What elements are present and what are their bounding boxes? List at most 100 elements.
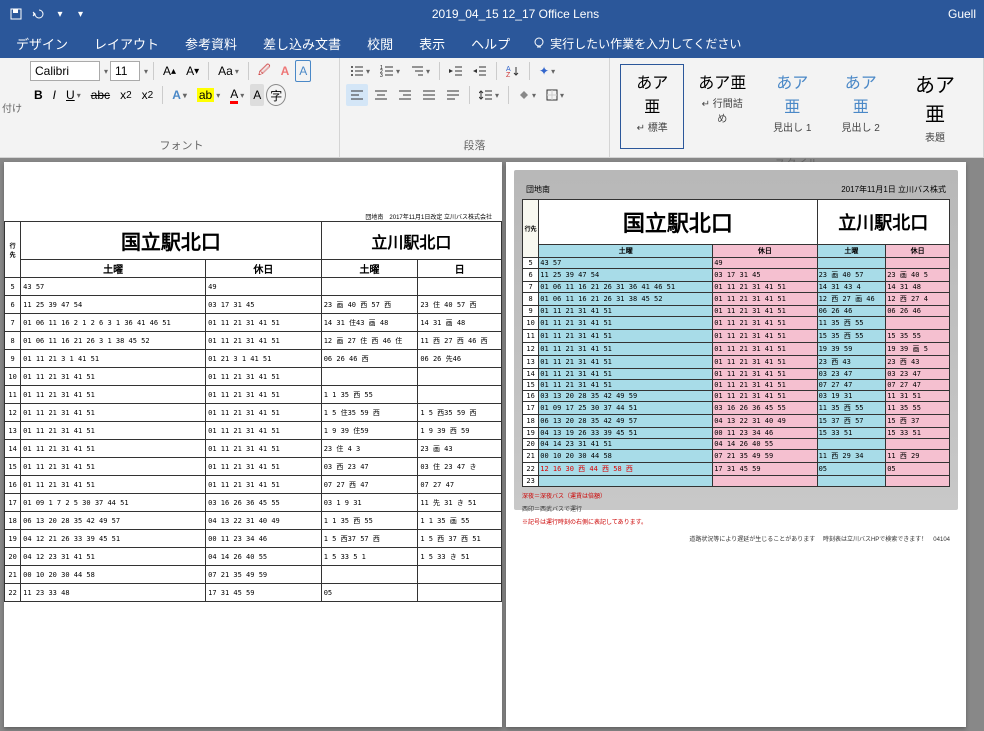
enclose-characters-button[interactable]: A bbox=[295, 60, 311, 82]
timetable-row: 1501 11 21 31 41 5101 11 21 31 41 5103 西… bbox=[5, 458, 502, 476]
borders-button[interactable]: ▾ bbox=[542, 84, 568, 106]
photo-row: 1301 11 21 31 41 5101 11 21 31 41 5123 西… bbox=[523, 356, 950, 369]
tab-help[interactable]: ヘルプ bbox=[459, 28, 522, 59]
photo-row: 543 5749 bbox=[523, 258, 950, 269]
character-shading-button[interactable]: A bbox=[250, 84, 264, 106]
photo-row: 1401 11 21 31 41 5101 11 21 31 41 5103 2… bbox=[523, 369, 950, 380]
photo-row: 1501 11 21 31 41 5101 11 21 31 41 5107 2… bbox=[523, 380, 950, 391]
font-color-button[interactable]: A▾ bbox=[226, 84, 248, 106]
photo-bottom-note: 道路状況等により遅延が生じることがあります 時刻表は立川バスHPで検索できます！… bbox=[522, 534, 950, 543]
titlebar: ▾ ▾ 2019_04_15 12_17 Office Lens Guell bbox=[0, 0, 984, 28]
photo-row: 1201 11 21 31 41 5101 11 21 31 41 5119 3… bbox=[523, 343, 950, 356]
clear-formatting-button[interactable]: A bbox=[277, 60, 294, 82]
svg-text:3: 3 bbox=[380, 73, 383, 77]
photo-dest1: 国立駅北口 bbox=[539, 200, 817, 245]
bold-button[interactable]: B bbox=[30, 84, 47, 106]
style-item-2[interactable]: あア亜見出し 1 bbox=[760, 64, 824, 149]
timetable-row: 543 5749 bbox=[5, 278, 502, 296]
tell-me-search[interactable]: 実行したい作業を入力してください bbox=[524, 35, 749, 52]
strikethrough-button[interactable]: abc bbox=[87, 84, 114, 106]
font-group-label: フォント bbox=[30, 135, 333, 155]
grow-font-button[interactable]: A▴ bbox=[159, 60, 180, 82]
photo-row: 1101 11 21 31 41 5101 11 21 31 41 5115 3… bbox=[523, 330, 950, 343]
timetable-left: 行先 国立駅北口 立川駅北口 土曜 休日 土曜 日 543 5749611 25… bbox=[4, 221, 502, 602]
timetable-row: 701 06 11 16 2 1 2 6 3 1 36 41 46 5101 1… bbox=[5, 314, 502, 332]
photo-row: 2100 10 20 30 44 5807 21 35 49 5911 西 29… bbox=[523, 450, 950, 463]
text-effects-button[interactable]: A▾ bbox=[168, 84, 191, 106]
underline-button[interactable]: U▾ bbox=[62, 84, 85, 106]
timetable-row: 1904 12 21 26 33 39 45 5100 11 23 34 461… bbox=[5, 530, 502, 548]
photo-row: 2004 14 23 31 41 5104 14 26 40 55 bbox=[523, 439, 950, 450]
distribute-button[interactable] bbox=[442, 84, 464, 106]
photo-row: 1603 13 20 28 35 42 49 5901 11 21 31 41 … bbox=[523, 391, 950, 402]
superscript-button[interactable]: x2 bbox=[138, 84, 158, 106]
quick-access-customize[interactable]: ▾ bbox=[74, 9, 83, 20]
timetable-row: 1301 11 21 31 41 5101 11 21 31 41 511 9 … bbox=[5, 422, 502, 440]
paragraph-group-label: 段落 bbox=[346, 135, 603, 155]
tab-review[interactable]: 校閲 bbox=[355, 28, 405, 59]
photo-row: 801 06 11 16 21 26 31 38 45 5201 11 21 3… bbox=[523, 293, 950, 306]
photo-header-right: 2017年11月1日 立川バス株式 bbox=[841, 184, 946, 195]
tab-layout[interactable]: レイアウト bbox=[82, 28, 171, 59]
hol-header: 休日 bbox=[206, 260, 322, 278]
timetable-row: 2100 10 20 30 44 5807 21 35 49 59 bbox=[5, 566, 502, 584]
bullets-button[interactable]: ▾ bbox=[346, 60, 374, 82]
decrease-indent-button[interactable] bbox=[445, 60, 467, 82]
style-item-0[interactable]: あア亜↵ 標準 bbox=[620, 64, 684, 149]
increase-indent-button[interactable] bbox=[469, 60, 491, 82]
document-area: 団地南 2017年11月1日改定 立川バス株式会社 行先 国立駅北口 立川駅北口… bbox=[0, 158, 984, 731]
show-marks-button[interactable]: ✦▾ bbox=[535, 60, 559, 82]
font-name-select[interactable] bbox=[30, 61, 100, 81]
tab-design[interactable]: デザイン bbox=[4, 28, 80, 59]
photo-sat2: 土曜 bbox=[817, 245, 886, 258]
align-justify-button[interactable] bbox=[418, 84, 440, 106]
timetable-row: 1601 11 21 31 41 5101 11 21 31 41 5107 2… bbox=[5, 476, 502, 494]
align-right-button[interactable] bbox=[394, 84, 416, 106]
tab-references[interactable]: 参考資料 bbox=[173, 28, 249, 59]
tab-view[interactable]: 表示 bbox=[407, 28, 457, 59]
enclose-button[interactable]: 字 bbox=[266, 84, 286, 106]
highlight-button[interactable]: ab▾ bbox=[193, 84, 224, 106]
photo-row: 1701 09 17 25 30 37 44 5103 16 26 36 45 … bbox=[523, 402, 950, 415]
style-gallery[interactable]: あア亜↵ 標準あア亜↵ 行間詰めあア亜見出し 1あア亜見出し 2あア亜表題 bbox=[616, 60, 977, 153]
timetable-row: 901 11 21 3 1 41 5101 21 3 1 41 5106 26 … bbox=[5, 350, 502, 368]
photo-hol2: 休日 bbox=[886, 245, 950, 258]
photo-row: 611 25 39 47 5403 17 31 4523 画 40 5723 画… bbox=[523, 269, 950, 282]
style-item-3[interactable]: あア亜見出し 2 bbox=[828, 64, 892, 149]
document-title: 2019_04_15 12_17 Office Lens bbox=[83, 7, 948, 21]
align-left-button[interactable] bbox=[346, 84, 368, 106]
timetable-row: 1101 11 21 31 41 5101 11 21 31 41 511 1 … bbox=[5, 386, 502, 404]
save-icon[interactable] bbox=[8, 6, 24, 22]
align-center-button[interactable] bbox=[370, 84, 392, 106]
phonetic-guide-button[interactable]: 🖉 bbox=[254, 60, 275, 82]
numbering-button[interactable]: 123▾ bbox=[376, 60, 404, 82]
photo-row: 1806 13 20 28 35 42 49 5704 13 22 31 40 … bbox=[523, 415, 950, 428]
style-item-1[interactable]: あア亜↵ 行間詰め bbox=[688, 64, 756, 149]
sat-header: 土曜 bbox=[21, 260, 206, 278]
multilevel-list-button[interactable]: ▾ bbox=[406, 60, 434, 82]
photo-header-left: 団地南 bbox=[526, 184, 550, 195]
photo-legend1: 深夜＝深夜バス（運賃は倍額） bbox=[522, 491, 950, 500]
ribbon-tabs: デザイン レイアウト 参考資料 差し込み文書 校閲 表示 ヘルプ 実行したい作業… bbox=[0, 28, 984, 58]
photo-legend3: ※記号は運行時刻の右側に表記してあります。 bbox=[522, 517, 950, 526]
lightbulb-icon bbox=[532, 36, 546, 50]
change-case-button[interactable]: Aa▾ bbox=[214, 60, 243, 82]
shading-button[interactable]: ▾ bbox=[514, 84, 540, 106]
subscript-button[interactable]: x2 bbox=[116, 84, 136, 106]
sort-button[interactable]: AZ bbox=[502, 60, 524, 82]
font-size-select[interactable] bbox=[110, 61, 140, 81]
paragraph-group: ▾ 123▾ ▾ AZ ✦▾ ▾ ▾ ▾ bbox=[340, 58, 610, 157]
redo-dropdown-icon[interactable]: ▾ bbox=[52, 6, 68, 22]
tab-mailings[interactable]: 差し込み文書 bbox=[251, 28, 353, 59]
timetable-row: 801 06 11 16 21 26 3 1 38 45 5201 11 21 … bbox=[5, 332, 502, 350]
italic-button[interactable]: I bbox=[49, 84, 60, 106]
photo-table: 行先 国立駅北口 立川駅北口 土曜 休日 土曜 休日 543 5749611 2… bbox=[522, 199, 950, 487]
timetable-photo: 団地南 2017年11月1日 立川バス株式 行先 国立駅北口 立川駅北口 土曜 … bbox=[514, 170, 958, 510]
timetable-row: 1001 11 21 31 41 5101 11 21 31 41 51 bbox=[5, 368, 502, 386]
undo-icon[interactable] bbox=[30, 6, 46, 22]
photo-sat1: 土曜 bbox=[539, 245, 713, 258]
line-spacing-button[interactable]: ▾ bbox=[475, 84, 503, 106]
shrink-font-button[interactable]: A▾ bbox=[182, 60, 203, 82]
style-item-4[interactable]: あア亜表題 bbox=[897, 64, 973, 149]
photo-row: 1904 13 19 26 33 39 45 5100 11 23 34 461… bbox=[523, 428, 950, 439]
